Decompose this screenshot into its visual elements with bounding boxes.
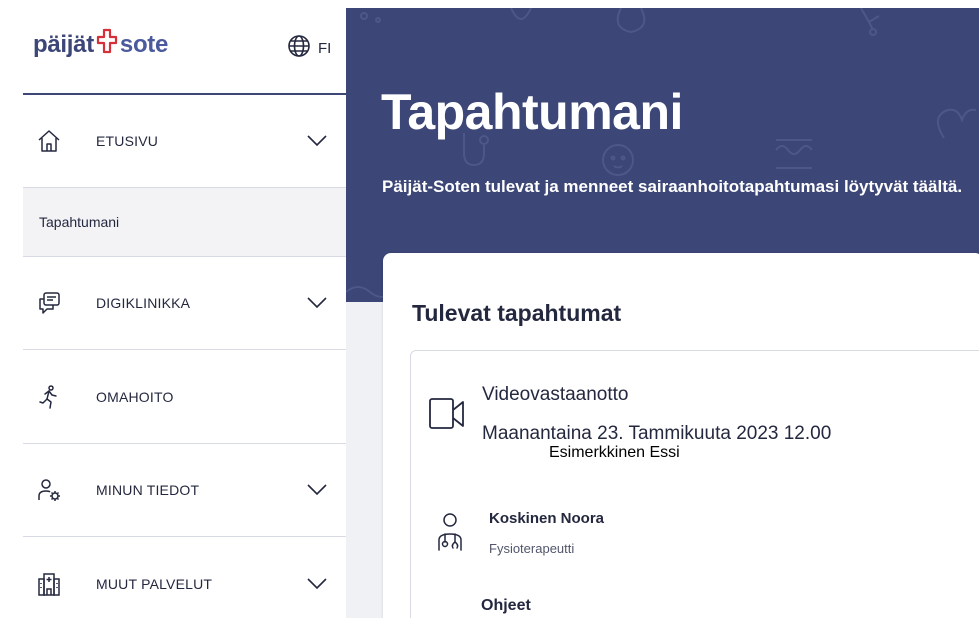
home-icon [34, 126, 64, 156]
sidebar-header: päijät sote FI [23, 0, 346, 95]
sidebar-item-label: MINUN TIEDOT [96, 482, 200, 498]
section-title-upcoming: Tulevat tapahtumat [412, 300, 622, 326]
patient-name: Esimerkkinen Essi [547, 443, 682, 463]
hospital-icon [34, 569, 64, 599]
professional-name: Koskinen Noora [489, 510, 605, 527]
running-person-icon [34, 382, 64, 412]
sidebar-item-label: OMAHOITO [96, 388, 174, 405]
chat-icon [34, 288, 64, 318]
sidebar-item-minun-tiedot[interactable]: MINUN TIEDOT [23, 444, 346, 537]
language-selector[interactable]: FI [287, 34, 331, 62]
sidebar-item-digiklinikka[interactable]: DIGIKLINIKKA [23, 257, 346, 350]
chevron-down-icon[interactable] [306, 483, 328, 497]
event-type: Videovastaanotto [482, 384, 629, 405]
event-datetime: Maanantaina 23. Tammikuuta 2023 12.00 [482, 423, 832, 444]
sidebar-item-muut-palvelut[interactable]: MUUT PALVELUT [23, 537, 346, 618]
language-code: FI [318, 39, 332, 57]
user-settings-icon [34, 475, 64, 505]
page-title: Tapahtumani [381, 84, 683, 140]
chevron-down-icon[interactable] [306, 577, 328, 591]
sidebar-item-label: ETUSIVU [96, 133, 159, 149]
sidebar-subitem-tapahtumani[interactable]: Tapahtumani [23, 188, 346, 257]
paijat-sote-logo[interactable]: päijät sote [33, 28, 168, 61]
doctor-icon [436, 512, 464, 557]
sidebar-item-etusivu[interactable]: ETUSIVU [23, 95, 346, 188]
globe-icon [287, 34, 311, 62]
sidebar-item-label: MUUT PALVELUT [96, 575, 213, 592]
sidebar-item-label: Tapahtumani [39, 214, 120, 230]
page-subtitle: Päijät-Soten tulevat ja menneet sairaanh… [382, 177, 963, 196]
sidebar-item-label: DIGIKLINIKKA [96, 295, 191, 311]
sidebar: päijät sote FI ETUSIVU Tapahtumani DIGIK… [0, 0, 346, 618]
cross-logo-icon [96, 28, 118, 61]
sidebar-item-omahoito[interactable]: OMAHOITO [23, 350, 346, 444]
professional-role: Fysioterapeutti [489, 541, 575, 556]
chevron-down-icon[interactable] [306, 134, 328, 148]
chevron-down-icon[interactable] [306, 296, 328, 310]
instructions-heading[interactable]: Ohjeet [481, 597, 531, 615]
video-camera-icon [428, 396, 466, 437]
